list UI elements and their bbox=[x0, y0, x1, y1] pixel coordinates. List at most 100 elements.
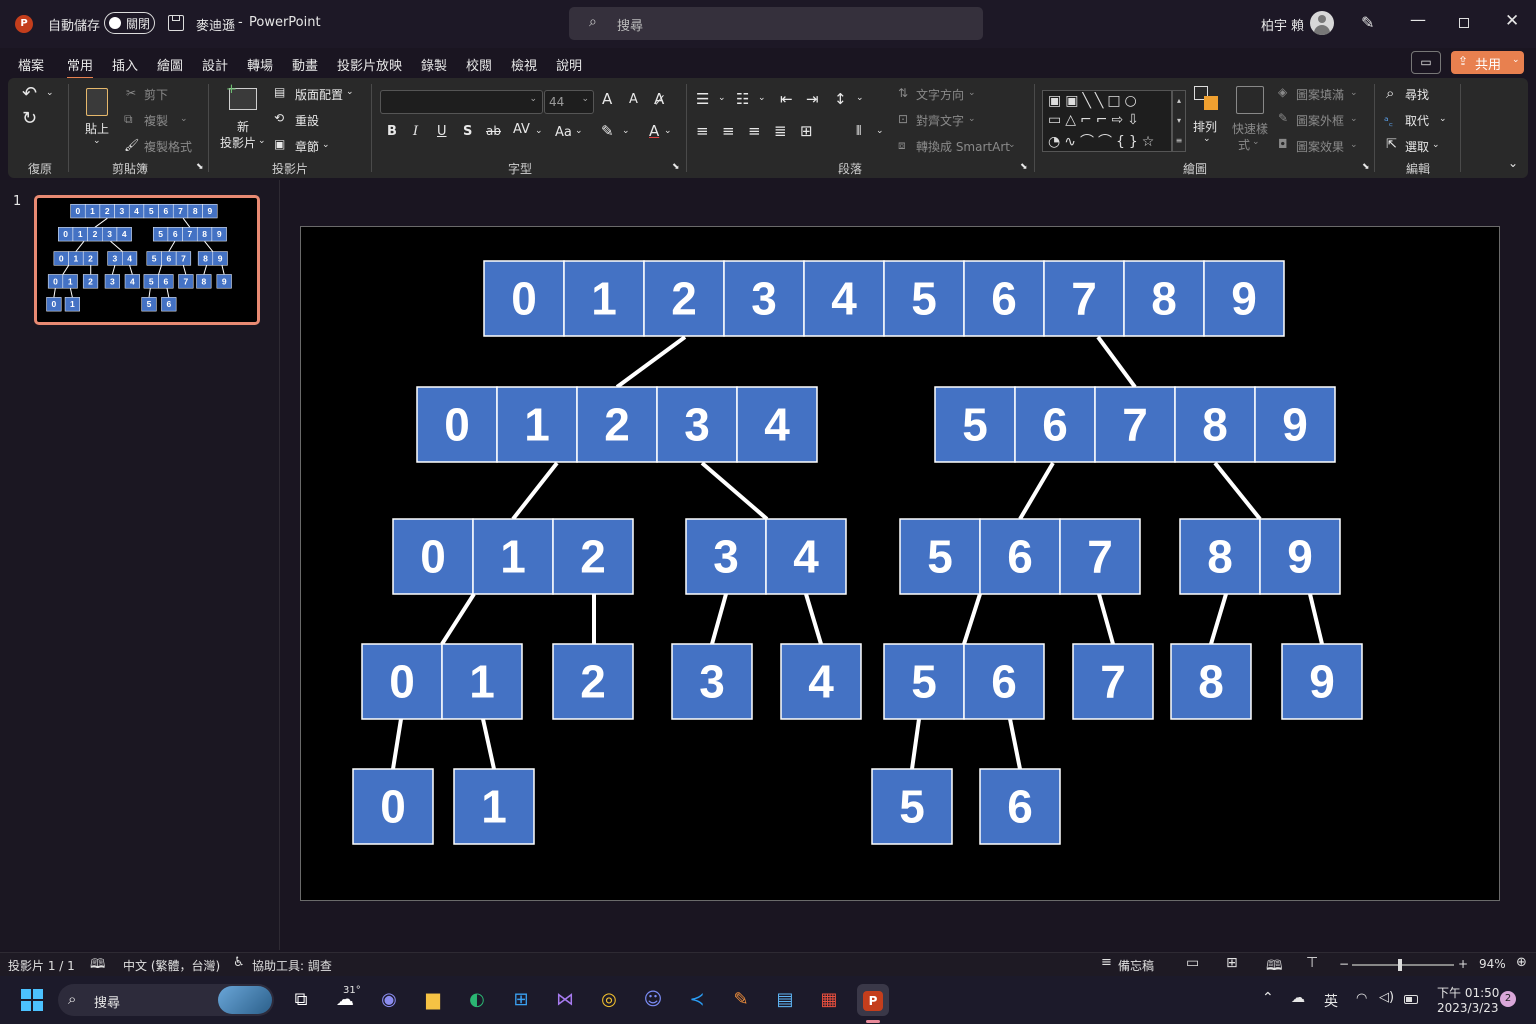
clock-date[interactable]: 2023/3/23 bbox=[1437, 1001, 1499, 1015]
tree-node-l1b[interactable]: 56789 bbox=[934, 386, 1336, 463]
chevron-down-icon[interactable]: ⌄ bbox=[856, 93, 864, 103]
search-box[interactable]: ⌕ 搜尋 bbox=[569, 7, 983, 40]
smartart-icon[interactable]: ⧈ bbox=[898, 138, 906, 153]
tree-node-l2a[interactable]: 0 1 2 bbox=[392, 518, 634, 595]
tab-transitions[interactable]: 轉場 bbox=[247, 55, 273, 74]
battery-icon[interactable] bbox=[1404, 995, 1418, 1004]
clear-format-icon[interactable]: A̷ bbox=[654, 90, 664, 108]
office-app-icon[interactable]: ▦ bbox=[813, 984, 845, 1016]
save-icon[interactable] bbox=[168, 15, 184, 31]
shape-outline-button[interactable]: 圖案外框 bbox=[1296, 112, 1344, 129]
dialog-launcher-icon[interactable]: ⬊ bbox=[1362, 162, 1370, 172]
taskbar-search[interactable]: ⌕ 搜尋 bbox=[58, 984, 274, 1016]
tab-slideshow[interactable]: 投影片放映 bbox=[337, 55, 402, 74]
powerpoint-taskbar-icon[interactable]: P bbox=[857, 984, 889, 1016]
chevron-down-icon[interactable]: ⌄ bbox=[1439, 114, 1447, 124]
tree-node-l4d[interactable]: 6 bbox=[979, 768, 1061, 845]
slide-thumbnail[interactable]: 0123456789012345678901234567890123456789… bbox=[34, 195, 260, 325]
paint-icon[interactable]: ✎ bbox=[725, 984, 757, 1016]
restore-icon[interactable] bbox=[1459, 18, 1469, 28]
tree-node-l4b[interactable]: 1 bbox=[453, 768, 535, 845]
chevron-down-icon[interactable]: ⌄ bbox=[1008, 140, 1016, 150]
underline-button[interactable]: U bbox=[437, 124, 447, 139]
chevron-down-icon[interactable]: ⌄ bbox=[876, 126, 884, 136]
tab-draw[interactable]: 繪圖 bbox=[157, 55, 183, 74]
change-case-button[interactable]: Aa bbox=[555, 125, 572, 140]
dialog-launcher-icon[interactable]: ⬊ bbox=[196, 162, 204, 172]
format-painter-icon[interactable]: 🖌 bbox=[124, 138, 139, 152]
slide-sorter-icon[interactable]: ⊞ bbox=[1226, 955, 1238, 971]
distributed-icon[interactable]: ⊞ bbox=[800, 122, 813, 140]
notification-badge[interactable]: 2 bbox=[1500, 991, 1516, 1007]
chevron-down-icon[interactable]: ⌄ bbox=[758, 93, 766, 103]
shape-fill-icon[interactable]: ◈ bbox=[1278, 85, 1287, 99]
tree-node-l4c[interactable]: 5 bbox=[141, 297, 157, 312]
tree-node-l3a[interactable]: 01 bbox=[47, 274, 78, 289]
shadow-button[interactable]: S bbox=[463, 124, 472, 139]
tree-node-l3c[interactable]: 3 bbox=[104, 274, 120, 289]
teams-chat-icon[interactable]: ◉ bbox=[373, 984, 405, 1016]
replace-icon[interactable]: ᵃ꜀ bbox=[1384, 112, 1393, 129]
tab-design[interactable]: 設計 bbox=[202, 55, 228, 74]
ime-indicator[interactable]: 英 bbox=[1324, 991, 1338, 1011]
discord-icon[interactable]: ☺ bbox=[637, 984, 669, 1016]
file-explorer-icon[interactable]: ▆ bbox=[417, 984, 449, 1016]
char-spacing-button[interactable]: AV bbox=[513, 122, 530, 137]
chevron-down-icon[interactable]: ⌄ bbox=[664, 126, 672, 136]
chevron-down-icon[interactable]: ⌄ bbox=[968, 114, 976, 124]
select-icon[interactable]: ⇱ bbox=[1386, 137, 1397, 152]
line-spacing-icon[interactable]: ↕ bbox=[834, 90, 847, 108]
tree-node-l3h[interactable]: 9 bbox=[1281, 643, 1363, 720]
tree-node-l0[interactable]: 0123456789 bbox=[483, 260, 1285, 337]
reset-icon[interactable]: ⟲ bbox=[274, 111, 284, 125]
dialog-launcher-icon[interactable]: ⬊ bbox=[1020, 162, 1028, 172]
tree-node-l3f[interactable]: 7 bbox=[1072, 643, 1154, 720]
shapes-gallery-scroll[interactable]: ▴ ▾ ≡ bbox=[1172, 90, 1186, 152]
visual-studio-icon[interactable]: ⋈ bbox=[549, 984, 581, 1016]
section-button[interactable]: 章節 bbox=[295, 138, 319, 155]
chevron-down-icon[interactable]: ⌄ bbox=[575, 126, 583, 136]
zoom-slider[interactable] bbox=[1352, 959, 1454, 971]
align-text-button[interactable]: 對齊文字 bbox=[916, 112, 964, 129]
quick-styles-button[interactable]: 快速樣 式 ⌄ bbox=[1230, 84, 1272, 154]
chevron-down-icon[interactable]: ⌄ bbox=[1350, 140, 1358, 150]
tree-node-l4a[interactable]: 0 bbox=[46, 297, 62, 312]
align-text-icon[interactable]: ⊡ bbox=[898, 112, 908, 126]
tree-node-l3d[interactable]: 4 bbox=[780, 643, 862, 720]
tab-home[interactable]: 常用 bbox=[67, 55, 94, 79]
close-icon[interactable]: ✕ bbox=[1505, 11, 1519, 31]
tab-animations[interactable]: 動畫 bbox=[292, 55, 318, 74]
language-button[interactable]: 中文 (繁體，台灣) bbox=[123, 957, 220, 974]
dialog-launcher-icon[interactable]: ⬊ bbox=[672, 162, 680, 172]
section-icon[interactable]: ▣ bbox=[274, 137, 285, 151]
shape-fill-button[interactable]: 圖案填滿 bbox=[1296, 86, 1344, 103]
tab-view[interactable]: 檢視 bbox=[511, 55, 537, 74]
tree-node-l4b[interactable]: 1 bbox=[64, 297, 80, 312]
tab-insert[interactable]: 插入 bbox=[112, 55, 138, 74]
format-painter-button[interactable]: 複製格式 bbox=[144, 138, 192, 155]
layout-button[interactable]: 版面配置 bbox=[295, 86, 343, 103]
chevron-down-icon[interactable]: ⌄ bbox=[718, 93, 726, 103]
tree-node-l3e[interactable]: 56 bbox=[883, 643, 1045, 720]
numbering-icon[interactable]: ☷ bbox=[736, 90, 749, 108]
align-right-icon[interactable]: ≡ bbox=[748, 122, 761, 140]
tree-node-l1a[interactable]: 01234 bbox=[416, 386, 818, 463]
columns-icon[interactable]: ⫴ bbox=[856, 124, 861, 139]
tree-node-l2b[interactable]: 34 bbox=[107, 251, 138, 266]
tree-node-l1b[interactable]: 56789 bbox=[152, 227, 227, 242]
tree-node-l0[interactable]: 0123456789 bbox=[70, 203, 218, 219]
tree-node-l3b[interactable]: 2 bbox=[82, 274, 99, 289]
font-size-select[interactable]: 44 ⌄ bbox=[544, 90, 594, 114]
new-slide-button[interactable]: + 新 投影片 ⌄ bbox=[220, 82, 270, 154]
designer-pen-icon[interactable]: ✎ bbox=[1361, 13, 1374, 32]
tree-node-l1a[interactable]: 01234 bbox=[58, 227, 132, 242]
chevron-down-icon[interactable]: ⌄ bbox=[622, 126, 630, 136]
bold-button[interactable]: B bbox=[387, 124, 397, 139]
tab-help[interactable]: 說明 bbox=[556, 55, 582, 74]
security-alert-icon[interactable]: ☁ bbox=[1291, 990, 1305, 1006]
tree-node-l3d[interactable]: 4 bbox=[124, 274, 140, 289]
tree-node-l2c[interactable]: 5 6 7 bbox=[899, 518, 1141, 595]
edge-icon[interactable]: ◐ bbox=[461, 984, 493, 1016]
text-direction-icon[interactable]: ⇅ bbox=[898, 86, 908, 100]
align-center-icon[interactable]: ≡ bbox=[722, 122, 735, 140]
